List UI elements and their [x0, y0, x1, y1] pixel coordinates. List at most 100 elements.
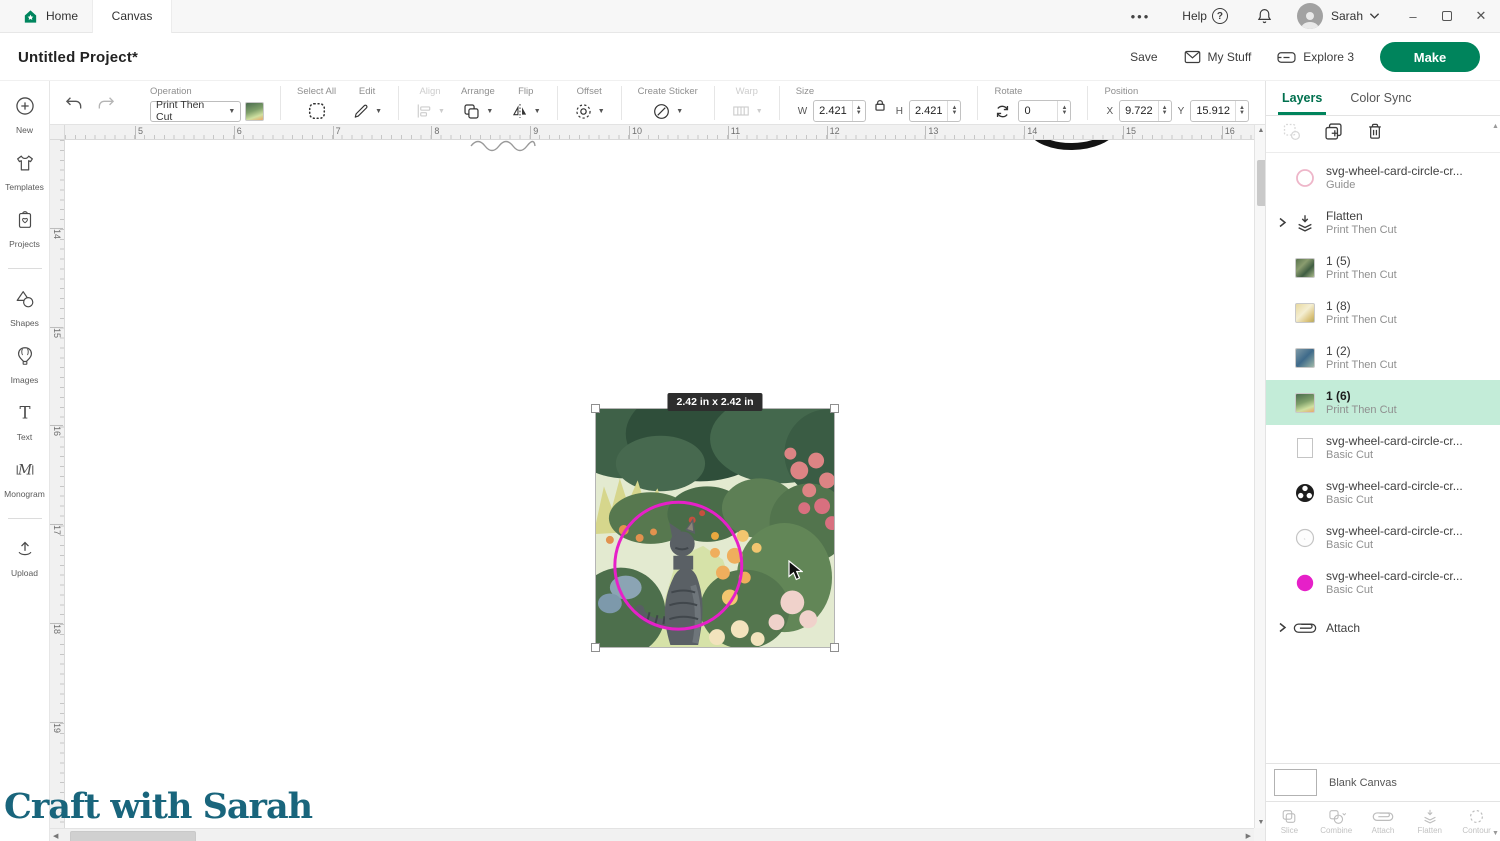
minimize-button[interactable]: – — [1406, 9, 1420, 24]
layers-scroll-down[interactable]: ▼ — [1492, 830, 1499, 837]
layers-scrollbar[interactable]: ▲ ▼ — [1491, 119, 1499, 841]
attach-action-button[interactable]: Attach — [1360, 802, 1407, 841]
canvas-area[interactable]: 5678910111213141516 13141516171819 2.42 … — [50, 125, 1265, 841]
layer-row[interactable]: 1 (5) Print Then Cut — [1266, 245, 1500, 290]
resize-handle-bottom-left[interactable] — [591, 643, 600, 652]
caret-down-icon: ▼ — [756, 108, 763, 115]
sidebar-item-projects[interactable]: Projects — [0, 209, 49, 249]
sidebar-item-new[interactable]: New — [0, 95, 49, 135]
create-sticker-button[interactable]: ▼ — [652, 100, 683, 122]
height-input[interactable]: 2.421 ▲▼ — [909, 100, 962, 122]
duplicate-button[interactable] — [1323, 121, 1344, 147]
canvas-horizontal-scrollbar[interactable]: ◀ ▶ — [50, 828, 1254, 841]
warp-button[interactable]: ▼ — [731, 100, 763, 122]
make-button[interactable]: Make — [1380, 42, 1480, 72]
layer-row[interactable]: svg-wheel-card-circle-cr... Basic Cut — [1266, 470, 1500, 515]
resize-handle-top-left[interactable] — [591, 404, 600, 413]
scroll-down-arrow[interactable]: ▼ — [1258, 819, 1265, 826]
blank-canvas-swatch[interactable] — [1274, 769, 1317, 796]
scroll-right-arrow[interactable]: ▶ — [1246, 832, 1251, 840]
images-balloon-icon — [14, 345, 36, 372]
account-menu-button[interactable] — [1369, 12, 1380, 20]
avatar[interactable] — [1297, 3, 1323, 29]
sidebar-divider — [8, 268, 42, 269]
sidebar-item-images[interactable]: Images — [0, 345, 49, 385]
layer-row[interactable]: svg-wheel-card-circle-cr... Basic Cut — [1266, 560, 1500, 605]
layer-row[interactable]: svg-wheel-card-circle-cr... Guide — [1266, 155, 1500, 200]
sidebar-item-templates[interactable]: Templates — [0, 152, 49, 192]
flip-button[interactable]: ▼ — [511, 100, 541, 122]
redo-button[interactable] — [96, 96, 116, 117]
horizontal-scroll-thumb[interactable] — [70, 831, 196, 841]
edit-button[interactable]: ▼ — [352, 100, 382, 122]
home-button[interactable]: Home — [0, 0, 92, 32]
size-lock-button[interactable] — [873, 98, 887, 112]
sidebar-item-shapes[interactable]: Shapes — [0, 288, 49, 328]
tab-layers[interactable]: Layers — [1282, 81, 1322, 115]
layer-row[interactable]: svg-wheel-card-circle-cr... Basic Cut — [1266, 515, 1500, 560]
sidebar-item-monogram[interactable]: M Monogram — [0, 459, 49, 499]
resize-handle-bottom-right[interactable] — [830, 643, 839, 652]
ellipse-shape[interactable] — [1027, 140, 1119, 156]
squiggle-shape[interactable] — [470, 140, 536, 152]
tab-color-sync[interactable]: Color Sync — [1350, 81, 1411, 115]
select-all-button[interactable] — [307, 100, 327, 122]
user-name: Sarah — [1331, 9, 1363, 23]
y-input[interactable]: 15.912 ▲▼ — [1190, 100, 1249, 122]
width-stepper[interactable]: ▲▼ — [852, 101, 865, 121]
selected-image[interactable] — [595, 408, 835, 648]
layer-title: svg-wheel-card-circle-cr... — [1326, 479, 1463, 493]
arrange-button[interactable]: ▼ — [462, 100, 493, 122]
scroll-up-arrow[interactable]: ▲ — [1258, 127, 1265, 134]
width-input[interactable]: 2.421 ▲▼ — [813, 100, 866, 122]
height-stepper[interactable]: ▲▼ — [947, 101, 960, 121]
layer-operation: Basic Cut — [1326, 449, 1463, 461]
select-layers-button[interactable] — [1281, 121, 1302, 147]
slice-action-button[interactable]: Slice — [1266, 802, 1313, 841]
help-button[interactable]: Help ? — [1168, 8, 1242, 24]
undo-button[interactable] — [64, 96, 84, 117]
my-stuff-button[interactable]: My Stuff — [1184, 50, 1252, 64]
sidebar-item-upload[interactable]: Upload — [0, 538, 49, 578]
arrange-label: Arrange — [461, 86, 495, 97]
notifications-button[interactable] — [1242, 7, 1287, 25]
layer-row[interactable]: svg-wheel-card-circle-cr... Basic Cut — [1266, 425, 1500, 470]
layer-row[interactable]: Flatten Print Then Cut — [1266, 200, 1500, 245]
x-stepper[interactable]: ▲▼ — [1158, 101, 1171, 121]
layer-row[interactable]: 1 (6) Print Then Cut — [1266, 380, 1500, 425]
canvas-vertical-scrollbar[interactable]: ▲ ▼ — [1254, 125, 1265, 828]
layer-row[interactable]: Attach — [1266, 605, 1500, 650]
size-group: Size W 2.421 ▲▼ H 2.421 ▲▼ — [796, 83, 962, 122]
expand-chevron-icon[interactable] — [1278, 217, 1292, 228]
combine-action-button[interactable]: Combine — [1313, 802, 1360, 841]
rotate-button[interactable] — [994, 103, 1011, 120]
save-button[interactable]: Save — [1130, 50, 1157, 64]
blank-canvas-row[interactable]: Blank Canvas — [1266, 763, 1500, 801]
resize-handle-top-right[interactable] — [830, 404, 839, 413]
expand-chevron-icon[interactable] — [1278, 622, 1292, 633]
layers-scroll-up[interactable]: ▲ — [1492, 123, 1499, 130]
close-button[interactable]: ✕ — [1474, 8, 1488, 24]
explore-machine-button[interactable]: Explore 3 — [1277, 50, 1354, 64]
y-stepper[interactable]: ▲▼ — [1235, 101, 1248, 121]
canvas-artboard[interactable]: 2.42 in x 2.42 in — [65, 140, 1254, 828]
overflow-menu-button[interactable]: ••• — [1113, 9, 1169, 24]
operation-select[interactable]: Print Then Cut ▼ — [150, 101, 241, 122]
scroll-left-arrow[interactable]: ◀ — [53, 832, 58, 840]
offset-icon — [574, 102, 593, 121]
rotate-stepper[interactable]: ▲▼ — [1057, 101, 1070, 121]
delete-button[interactable] — [1365, 121, 1385, 147]
layer-row[interactable]: 1 (8) Print Then Cut — [1266, 290, 1500, 335]
rotate-input[interactable]: 0 ▲▼ — [1018, 100, 1071, 122]
offset-button[interactable]: ▼ — [574, 100, 605, 122]
sidebar-item-text[interactable]: T Text — [0, 402, 49, 442]
flatten-action-button[interactable]: Flatten — [1406, 802, 1453, 841]
canvas-tab[interactable]: Canvas — [92, 0, 172, 33]
x-input[interactable]: 9.722 ▲▼ — [1119, 100, 1172, 122]
vertical-scroll-thumb[interactable] — [1257, 160, 1265, 206]
maximize-button[interactable] — [1442, 11, 1452, 21]
pink-circle-outline-icon — [1292, 168, 1318, 188]
layer-row[interactable]: 1 (2) Print Then Cut — [1266, 335, 1500, 380]
thumb-3-icon — [1292, 348, 1318, 368]
align-button[interactable]: ▼ — [415, 100, 445, 122]
